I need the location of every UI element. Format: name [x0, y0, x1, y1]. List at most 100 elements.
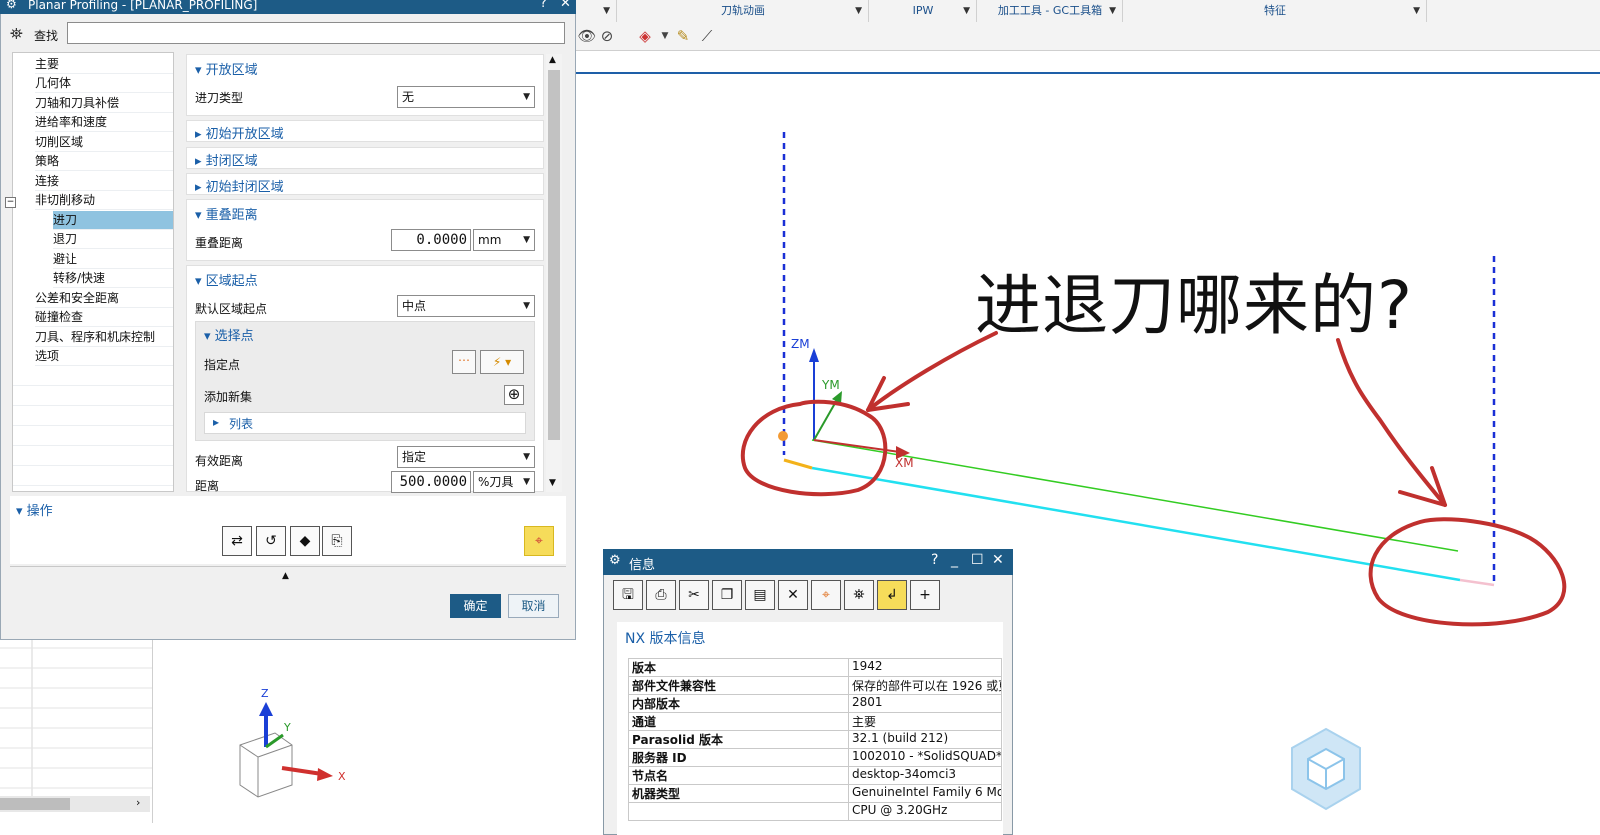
table-row: 部件文件兼容性保存的部件可以在 1926 或更高	[628, 676, 1002, 695]
table-row: 机器类型GenuineIntel Family 6 Model	[628, 784, 1002, 803]
overlap-title: 重叠距离	[205, 208, 258, 223]
nav-item-engage[interactable]: 进刀	[53, 211, 173, 230]
table-row: 服务器 ID 1002010 - *SolidSQUAD*	[628, 748, 1002, 767]
verify-icon[interactable]: ◆	[290, 526, 320, 556]
list-output-icon[interactable]: ⎘	[322, 526, 352, 556]
gear-icon: ⚙	[609, 553, 621, 568]
triad-x-label: X	[338, 770, 346, 783]
add-icon[interactable]: +	[910, 580, 940, 610]
distance-input[interactable]: 500.0000	[391, 471, 471, 493]
wrap-text-icon[interactable]: ↲	[877, 580, 907, 610]
engage-type-select[interactable]: 无 ▼	[397, 86, 535, 108]
nav-item-feeds[interactable]: 进给率和速度	[35, 113, 173, 132]
point-locate-icon[interactable]: ⌖	[524, 526, 554, 556]
overlap-unit-select[interactable]: mm ▼	[473, 229, 535, 251]
info-title-bar: ⚙ 信息 ? _ ☐ ✕	[603, 549, 1013, 575]
tree-collapse-icon[interactable]: −	[5, 197, 16, 208]
info-heading: NX 版本信息	[625, 631, 706, 647]
effective-distance-select[interactable]: 指定 ▼	[397, 446, 535, 468]
nav-item-options[interactable]: 选项	[35, 347, 173, 366]
closed-area-section[interactable]: ▸ 封闭区域	[186, 147, 544, 169]
start-point-marker	[778, 431, 788, 441]
nav-item-main[interactable]: 主要	[35, 55, 173, 74]
generate-icon[interactable]: ⇄	[222, 526, 252, 556]
info-key: 内部版本	[628, 694, 849, 713]
close-icon[interactable]: ✕	[560, 0, 571, 10]
nav-item-connect[interactable]: 连接	[35, 172, 173, 191]
distance-label: 距离	[195, 479, 220, 493]
list-subsection[interactable]: ▸ 列表	[204, 412, 526, 434]
operations-header[interactable]: ▾ 操作	[16, 500, 53, 519]
toolpath-exit-pink	[1459, 578, 1495, 587]
save-info-icon[interactable]: 🖫	[613, 580, 643, 610]
nav-item-transfer[interactable]: 转移/快速	[53, 269, 173, 288]
settings-pane: ▾ 开放区域 进刀类型 无 ▼ ▸ 初始开放区域 ▸ 封闭区域 ▸ 初始封闭区域 …	[186, 52, 544, 493]
expanded-triangle-icon: ▾	[195, 208, 206, 223]
effective-distance-value: 指定	[402, 450, 427, 464]
point-dialog-icon[interactable]: ⋯	[452, 350, 476, 374]
spreadsheet-fragment	[0, 628, 153, 823]
collapse-up-icon[interactable]: ▲	[282, 571, 289, 581]
collapsed-triangle-icon: ▸	[195, 127, 206, 142]
add-set-plus-icon[interactable]: ⊕	[504, 385, 524, 405]
initial-open-header[interactable]: ▸ 初始开放区域	[195, 123, 284, 142]
nav-empty-row	[13, 427, 173, 446]
select-point-header[interactable]: ▾ 选择点	[204, 325, 254, 344]
cancel-button[interactable]: 取消	[508, 594, 559, 618]
info-key: 部件文件兼容性	[628, 676, 849, 695]
help-icon[interactable]: ?	[540, 0, 547, 10]
info-value: 主要	[848, 712, 1002, 731]
initial-closed-header[interactable]: ▸ 初始封闭区域	[195, 176, 284, 195]
copy-icon[interactable]: ❐	[712, 580, 742, 610]
nav-item-geometry[interactable]: 几何体	[35, 74, 173, 93]
horizontal-scroll-thumb[interactable]	[0, 798, 70, 810]
delete-icon[interactable]: ✕	[778, 580, 808, 610]
annotation-question-text: 进退刀哪来的?	[975, 267, 1414, 344]
annotation-circle-right	[1368, 517, 1567, 627]
maximize-icon[interactable]: ☐	[971, 552, 984, 568]
nav-item-retract[interactable]: 退刀	[53, 230, 173, 249]
paste-icon[interactable]: ▤	[745, 580, 775, 610]
chevron-down-icon: ▼	[523, 477, 530, 487]
binoculars-icon[interactable]: ⛯	[10, 24, 23, 44]
open-area-header[interactable]: ▾ 开放区域	[195, 59, 258, 78]
info-value: desktop-34omci3	[848, 766, 1002, 785]
nav-item-cut-area[interactable]: 切削区域	[35, 133, 173, 152]
find-input[interactable]	[67, 22, 565, 44]
scroll-up-icon[interactable]: ▲	[549, 55, 556, 65]
zm-arrow	[809, 348, 819, 362]
nav-item-avoid[interactable]: 避让	[53, 250, 173, 269]
nav-item-tolerance[interactable]: 公差和安全距离	[35, 289, 173, 308]
effective-distance-label: 有效距离	[195, 454, 244, 468]
initial-closed-section[interactable]: ▸ 初始封闭区域	[186, 173, 544, 195]
ok-button[interactable]: 确定	[450, 594, 501, 618]
overlap-header[interactable]: ▾ 重叠距离	[195, 204, 258, 223]
cut-icon[interactable]: ✂	[679, 580, 709, 610]
distance-unit-select[interactable]: %刀具 ▼	[473, 471, 535, 493]
nav-empty-row	[13, 387, 173, 406]
nav-item-collision[interactable]: 碰撞检查	[35, 308, 173, 327]
nav-item-tool-axis[interactable]: 刀轴和刀具补偿	[35, 94, 173, 113]
minimize-icon[interactable]: _	[951, 552, 958, 568]
inferred-point-icon[interactable]: ⚡ ▾	[480, 350, 524, 374]
find-icon[interactable]: ⛯	[844, 580, 874, 610]
nav-item-non-cutting[interactable]: 非切削移动	[35, 191, 173, 210]
nav-item-strategy[interactable]: 策略	[35, 152, 173, 171]
overlap-distance-input[interactable]: 0.0000	[391, 229, 471, 251]
vertical-scroll-thumb[interactable]	[548, 70, 560, 440]
chevron-down-icon: ▼	[523, 452, 530, 462]
operations-title: 操作	[26, 504, 53, 519]
nav-item-machine-control[interactable]: 刀具、程序和机床控制	[35, 328, 173, 347]
scroll-down-icon[interactable]: ▼	[549, 478, 556, 488]
print-icon[interactable]: ⎙	[646, 580, 676, 610]
closed-area-header[interactable]: ▸ 封闭区域	[195, 150, 258, 169]
initial-closed-title: 初始封闭区域	[205, 180, 284, 195]
default-start-select[interactable]: 中点 ▼	[397, 295, 535, 317]
region-start-header[interactable]: ▾ 区域起点	[195, 270, 258, 289]
help-icon[interactable]: ?	[931, 552, 938, 568]
scroll-right-icon[interactable]: ›	[136, 796, 140, 809]
locate-icon[interactable]: ⌖	[811, 580, 841, 610]
close-icon[interactable]: ✕	[992, 552, 1004, 568]
initial-open-section[interactable]: ▸ 初始开放区域	[186, 120, 544, 142]
replay-icon[interactable]: ↺	[256, 526, 286, 556]
